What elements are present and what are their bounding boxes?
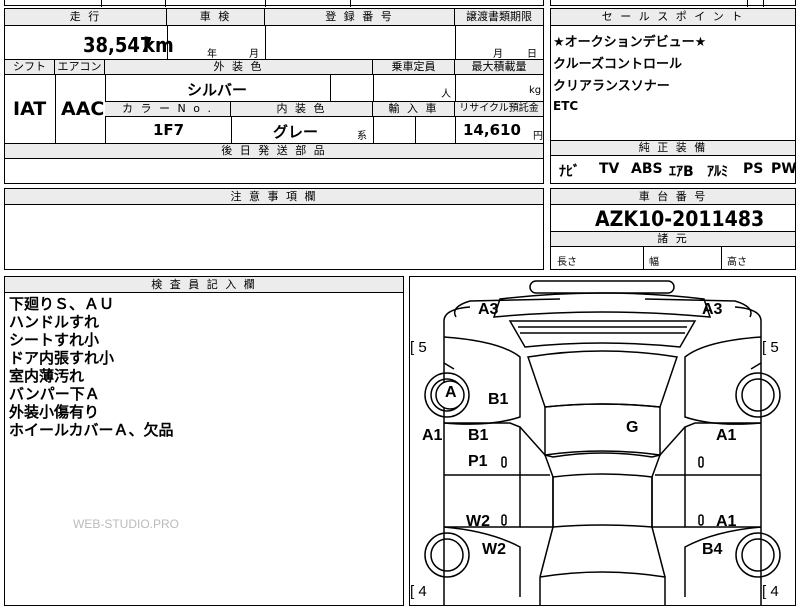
car-diagram-box: [ 5 [ 5 [ 4 [ 4 A3 A3 A B1 G A1 A1 B1 P1… (409, 276, 796, 606)
capacity-unit: 人 (441, 89, 451, 100)
code-b1-mid: B1 (468, 427, 489, 444)
length-label: 長さ (557, 257, 577, 268)
color-no-value: 1F7 (153, 121, 185, 139)
exterior-color-value: シルバー (187, 81, 248, 99)
color-no-label: カ ラ ー N o . (105, 102, 231, 117)
code-a1-rear-door: A1 (716, 513, 737, 530)
inspector-note-8: ホイールカバーＡ、欠品 (9, 421, 174, 439)
inspector-note-1: 下廻りＳ、ＡＵ (9, 295, 115, 313)
mileage-label: 走 行 (5, 9, 167, 26)
tire-rl-bracket: [ 4 (410, 583, 427, 600)
code-a1-right: A1 (716, 427, 737, 444)
max-load-label: 最大積載量 (455, 60, 543, 75)
equipment-airbag: ｴｱB (669, 164, 694, 180)
chassis-number: AZK10-2011483 (595, 207, 765, 231)
width-label: 幅 (649, 257, 659, 268)
tire-fr-code: 5 (770, 339, 779, 356)
tire-fr-bracket: [ 5 (762, 339, 779, 356)
max-load-unit: kg (529, 85, 542, 96)
tire-rl-code: 4 (418, 583, 427, 600)
top-cut-row-right (550, 0, 796, 7)
inspector-note-3: シートすれ小 (9, 331, 100, 349)
code-a1-left: A1 (422, 427, 443, 444)
sales-point-line-4: ETC (553, 99, 579, 113)
tire-rr-bracket: [ 4 (762, 583, 779, 600)
shift-label: シフト (5, 60, 55, 75)
inspection-label: 車 検 (167, 9, 265, 26)
tire-fl-bracket: [ 5 (410, 339, 427, 356)
shift-value: IAT (13, 98, 47, 120)
interior-color-suffix: 系 (357, 131, 367, 142)
equipment-ps: PS (743, 161, 764, 177)
inspector-note-5: 室内薄汚れ (9, 367, 85, 385)
exterior-color-label: 外 装 色 (105, 60, 373, 75)
code-a3-right: A3 (702, 301, 723, 318)
equipment-tv: TV (599, 161, 620, 177)
registration-label: 登 録 番 号 (265, 9, 455, 26)
chassis-label: 車 台 番 号 (551, 189, 795, 205)
transfer-deadline-label: 譲渡書類期限 (455, 9, 543, 26)
aircon-label: エアコン (55, 60, 105, 75)
sales-point-line-3: クリアランスソナー (553, 79, 670, 94)
sales-point-label: セ ー ル ス ポ イ ン ト (551, 9, 795, 26)
tire-rr-code: 4 (770, 583, 779, 600)
equipment-navi: ﾅﾋﾞ (559, 164, 580, 180)
inspector-label: 検 査 員 記 入 欄 (5, 277, 403, 293)
equipment-label: 純 正 装 備 (551, 141, 795, 156)
code-g: G (626, 419, 639, 436)
watermark: WEB-STUDIO.PRO (73, 517, 180, 531)
code-a3-left: A3 (478, 301, 499, 318)
code-w2-rear: W2 (482, 541, 506, 558)
mileage-unit: km (143, 33, 174, 57)
equipment-abs: ABS (631, 161, 663, 177)
equipment-pw: PW (771, 161, 797, 177)
dims-label: 諸 元 (551, 232, 795, 247)
recycle-deposit-unit: 円 (533, 131, 543, 142)
recycle-deposit-value: 14,610 (463, 121, 521, 139)
code-wheel-a: A (445, 384, 457, 401)
chassis-box: 車 台 番 号 AZK10-2011483 諸 元 長さ 幅 高さ (550, 188, 796, 270)
aircon-value: AAC (61, 98, 105, 120)
caution-label: 注 意 事 項 欄 (5, 189, 543, 205)
later-parts-label: 後 日 発 送 部 品 (5, 144, 543, 159)
inspection-year: 年 (207, 49, 217, 60)
interior-color-label: 内 装 色 (231, 102, 373, 117)
inspector-note-7: 外装小傷有り (9, 403, 100, 421)
code-p1: P1 (468, 453, 488, 470)
transfer-month: 月 (493, 49, 503, 60)
inspector-note-4: ドア内張すれ小 (9, 349, 115, 367)
transfer-day: 日 (527, 49, 537, 60)
capacity-label: 乗車定員 (373, 60, 455, 75)
sales-point-line-1: ★オークションデビュー★ (553, 35, 707, 50)
code-b1-top: B1 (488, 391, 509, 408)
code-b4: B4 (702, 541, 723, 558)
equipment-alloy: ｱﾙﾐ (707, 164, 728, 180)
recycle-deposit-label: リサイクル預託金 (455, 102, 543, 117)
sales-point-line-2: クルーズコントロール (553, 57, 682, 72)
top-cut-row (4, 0, 544, 7)
inspection-month: 月 (249, 49, 259, 60)
height-label: 高さ (727, 257, 747, 268)
inspector-note-2: ハンドルすれ (9, 313, 100, 331)
import-label: 輸 入 車 (373, 102, 455, 117)
inspector-notes-box: 検 査 員 記 入 欄 下廻りＳ、ＡＵ ハンドルすれ シートすれ小 ドア内張すれ… (4, 276, 404, 606)
caution-box: 注 意 事 項 欄 (4, 188, 544, 270)
interior-color-value: グレー (273, 123, 319, 141)
sales-point-box: セ ー ル ス ポ イ ン ト ★オークションデビュー★ クルーズコントロール … (550, 8, 797, 184)
inspector-note-6: バンパー下Ａ (9, 385, 100, 403)
tire-fl-code: 5 (418, 339, 427, 356)
code-w2-door: W2 (466, 513, 490, 530)
vehicle-info-table: 走 行 車 検 登 録 番 号 譲渡書類期限 38,547 km 年 月 月 日… (4, 8, 544, 184)
